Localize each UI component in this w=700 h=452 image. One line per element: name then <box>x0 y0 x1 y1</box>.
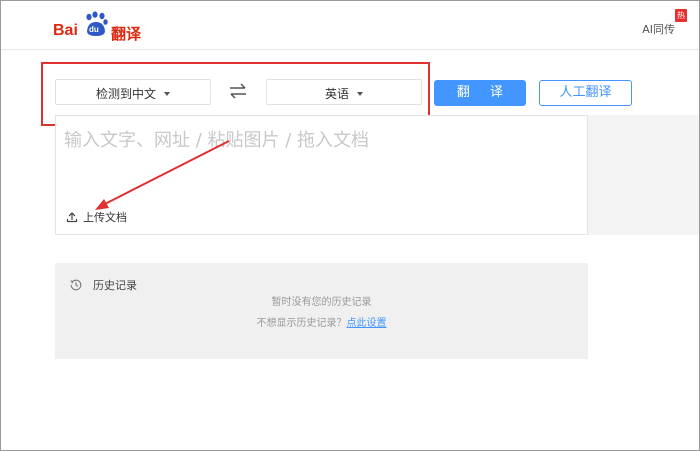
translate-button[interactable]: 翻 译 <box>434 80 526 106</box>
hot-badge: 热 <box>675 9 687 22</box>
ai-sync-link[interactable]: AI同传 <box>642 21 675 37</box>
output-pane <box>588 115 699 235</box>
history-settings-link[interactable]: 点此设置 <box>347 318 387 329</box>
logo-fanyi-text: 翻译 <box>111 26 142 43</box>
history-hint-text: 不想显示历史记录？ <box>256 318 347 329</box>
logo-bai-text: Bai <box>53 22 78 39</box>
upload-document-label: 上传文档 <box>83 211 127 224</box>
baidu-translate-logo[interactable]: Bai du 翻译 <box>53 11 143 43</box>
translation-input[interactable]: 输入文字、网址 / 粘贴图片 / 拖入文档 上传文档 <box>55 115 588 235</box>
top-header: Bai du 翻译 AI同传 热 <box>1 1 699 50</box>
history-title: 历史记录 <box>93 279 137 292</box>
human-translate-button[interactable]: 人工翻译 <box>539 80 632 106</box>
history-empty-text: 暂时没有您的历史记录 <box>271 297 372 308</box>
history-clock-icon <box>70 279 82 291</box>
history-panel: 历史记录 暂时没有您的历史记录 不想显示历史记录？点此设置 <box>55 263 588 359</box>
upload-icon <box>66 212 78 223</box>
upload-document-button[interactable]: 上传文档 <box>66 209 127 225</box>
paw-icon: du <box>83 11 109 39</box>
logo-du-text: du <box>89 25 99 34</box>
history-hint: 不想显示历史记录？点此设置 <box>55 314 588 329</box>
input-placeholder: 输入文字、网址 / 粘贴图片 / 拖入文档 <box>64 130 370 151</box>
